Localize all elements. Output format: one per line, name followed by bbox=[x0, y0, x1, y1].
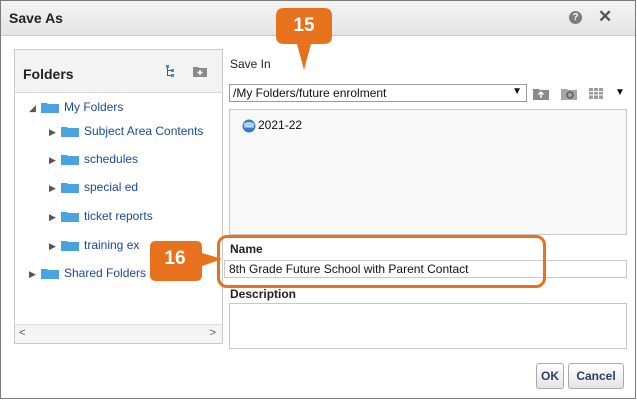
name-input[interactable] bbox=[224, 260, 627, 278]
callout-15-number: 15 bbox=[293, 15, 315, 36]
tree-item-label: Shared Folders bbox=[64, 266, 147, 280]
collapsed-arrow-icon[interactable]: ▶ bbox=[29, 264, 41, 284]
collapsed-arrow-icon[interactable]: ▶ bbox=[49, 178, 61, 198]
folder-tree: ◢ My Folders ▶ Subject Area Contents ▶ sche… bbox=[15, 93, 222, 323]
help-icon[interactable]: ? bbox=[569, 11, 582, 24]
view-options-icon[interactable] bbox=[589, 86, 605, 100]
tree-item-label: training ex bbox=[84, 238, 140, 252]
callout-16-number: 16 bbox=[164, 248, 186, 269]
folder-icon bbox=[41, 268, 59, 280]
globe-icon bbox=[242, 119, 256, 133]
tree-item-label: schedules bbox=[84, 152, 139, 166]
callout-step-16: 16 bbox=[146, 238, 224, 286]
collapsed-arrow-icon[interactable]: ▶ bbox=[49, 150, 61, 170]
collapsed-arrow-icon[interactable]: ▶ bbox=[49, 122, 61, 142]
folder-icon bbox=[61, 182, 79, 194]
folder-properties-icon[interactable] bbox=[561, 86, 577, 100]
folders-panel: Folders ◢ My Folders ▶ Subject Area Conten… bbox=[14, 49, 223, 344]
cancel-button[interactable]: Cancel bbox=[568, 363, 624, 389]
upload-folder-icon[interactable] bbox=[533, 86, 549, 100]
callout-step-15: 15 bbox=[271, 4, 337, 76]
tree-item-shared-folders[interactable]: ▶ Shared Folders bbox=[29, 263, 146, 283]
ok-button[interactable]: OK bbox=[536, 363, 564, 389]
tree-item-label: My Folders bbox=[64, 100, 124, 114]
tree-item-ticket-reports[interactable]: ▶ ticket reports bbox=[49, 206, 153, 226]
name-label: Name bbox=[230, 242, 263, 256]
folder-icon bbox=[41, 102, 59, 114]
tree-item-special-ed[interactable]: ▶ special ed bbox=[49, 177, 138, 197]
file-item-label: 2021-22 bbox=[258, 118, 303, 132]
close-icon[interactable]: ✕ bbox=[598, 7, 612, 27]
scroll-right-icon[interactable]: > bbox=[210, 327, 216, 339]
tree-item-schedules[interactable]: ▶ schedules bbox=[49, 149, 138, 169]
view-options-dropdown-icon[interactable]: ▼ bbox=[615, 87, 625, 98]
description-label: Description bbox=[230, 287, 297, 301]
save-in-path-value: /My Folders/future enrolment bbox=[233, 86, 387, 100]
tree-item-my-folders[interactable]: ◢ My Folders bbox=[29, 97, 123, 117]
folder-icon bbox=[61, 211, 79, 223]
tree-view-icon[interactable] bbox=[165, 64, 179, 78]
expanded-arrow-icon[interactable]: ◢ bbox=[29, 98, 41, 118]
dialog-title: Save As bbox=[9, 10, 63, 26]
folders-title: Folders bbox=[23, 66, 74, 82]
save-in-path-select[interactable]: /My Folders/future enrolment ▼ bbox=[229, 84, 527, 102]
folder-icon bbox=[61, 126, 79, 138]
collapsed-arrow-icon[interactable]: ▶ bbox=[49, 207, 61, 227]
tree-item-training[interactable]: ▶ training ex bbox=[49, 235, 139, 255]
new-folder-icon[interactable] bbox=[193, 65, 207, 77]
file-item-2021-22[interactable]: 2021-22 bbox=[242, 118, 302, 133]
tree-item-label: ticket reports bbox=[84, 209, 153, 223]
folder-icon bbox=[61, 240, 79, 252]
tree-item-label: special ed bbox=[84, 180, 139, 194]
tree-item-subject-area[interactable]: ▶ Subject Area Contents bbox=[49, 121, 203, 141]
folders-header: Folders bbox=[15, 50, 222, 93]
folder-icon bbox=[61, 154, 79, 166]
collapsed-arrow-icon[interactable]: ▶ bbox=[49, 236, 61, 256]
scroll-left-icon[interactable]: < bbox=[19, 327, 25, 339]
file-list: 2021-22 bbox=[229, 109, 627, 235]
save-in-label: Save In bbox=[230, 57, 271, 71]
horizontal-scrollbar[interactable]: < > bbox=[15, 324, 222, 343]
chevron-down-icon[interactable]: ▼ bbox=[512, 86, 522, 97]
tree-item-label: Subject Area Contents bbox=[84, 124, 204, 138]
description-input[interactable] bbox=[229, 303, 627, 349]
